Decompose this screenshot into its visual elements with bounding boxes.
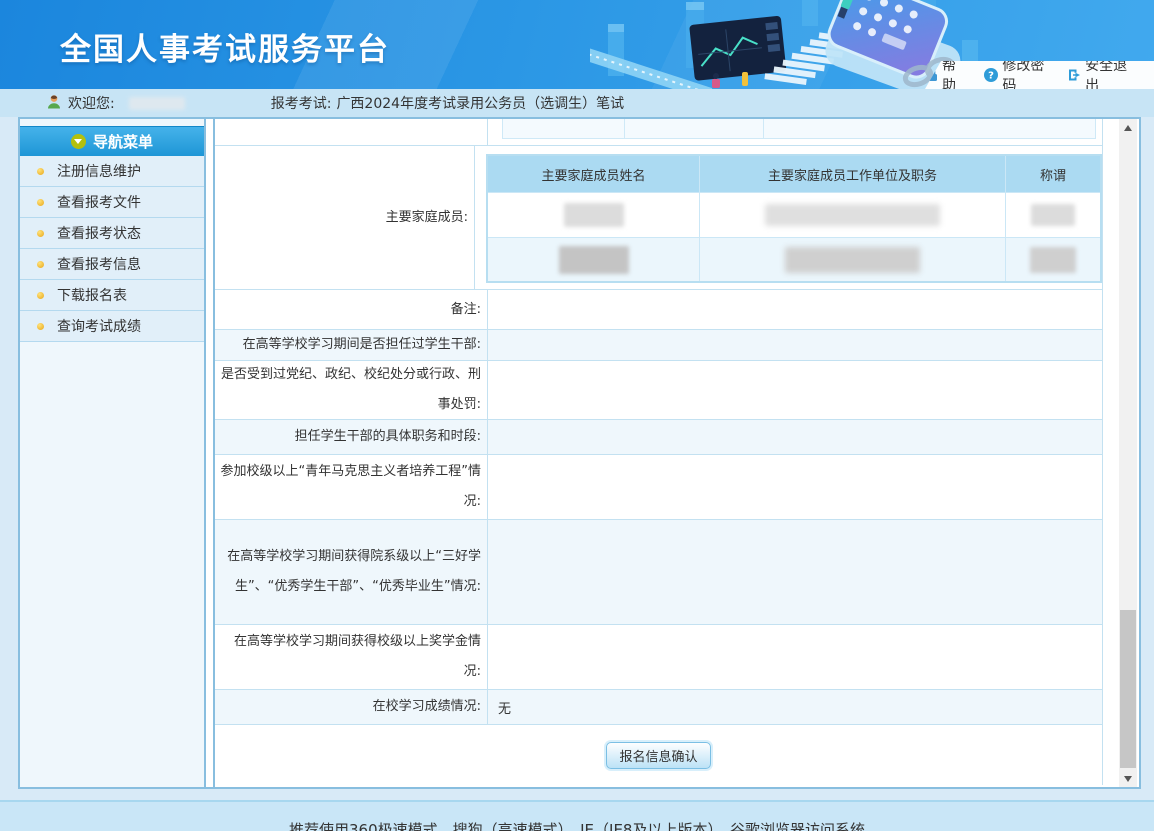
family-table-row <box>488 192 1100 237</box>
table-row-student-cadre: 在高等学校学习期间是否担任过学生干部: <box>215 330 1102 361</box>
app-footer: 推荐使用360极速模式、搜狗（高速模式）、IE（IE8及以上版本）、谷歌浏览器访… <box>0 800 1154 831</box>
redacted-text <box>1031 204 1075 226</box>
bullet-icon <box>37 230 44 237</box>
column-header-workunit: 主要家庭成员工作单位及职务 <box>699 156 1005 192</box>
row-value: 主要家庭成员姓名 主要家庭成员工作单位及职务 称谓 <box>475 146 1102 289</box>
topbar: 帮 助 ? 修改密码 安全退出 <box>925 61 1154 89</box>
sidebar-item-view-exam-files[interactable]: 查看报考文件 <box>20 187 204 218</box>
family-members-table: 主要家庭成员姓名 主要家庭成员工作单位及职务 称谓 <box>486 154 1102 283</box>
exam-label: 报考考试: <box>271 93 332 113</box>
arrow-up-icon <box>1124 125 1132 131</box>
row-label: 主要家庭成员: <box>215 146 475 289</box>
sidebar-item-label: 查看报考状态 <box>57 223 141 243</box>
table-row-marxist-program: 参加校级以上“青年马克思主义者培养工程”情况: <box>215 455 1102 520</box>
sidebar-item-download-form[interactable]: 下载报名表 <box>20 280 204 311</box>
sidebar-item-label: 查看报考文件 <box>57 192 141 212</box>
redacted-username <box>129 97 185 110</box>
sidebar-item-label: 注册信息维护 <box>57 161 141 181</box>
row-label: 在校学习成绩情况: <box>215 690 488 724</box>
welcome-greeting: 欢迎您: <box>68 93 115 113</box>
application-form-table: 主要家庭成员: 主要家庭成员姓名 主要家庭成员工作单位及职务 称谓 <box>215 119 1103 785</box>
row-label <box>215 119 488 145</box>
row-value <box>488 361 1102 419</box>
browser-recommendation-text: 推荐使用360极速模式、搜狗（高速模式）、IE（IE8及以上版本）、谷歌浏览器访… <box>289 819 865 831</box>
arrow-down-icon <box>1124 776 1132 782</box>
row-label: 在高等学校学习期间获得校级以上奖学金情况: <box>215 625 488 689</box>
row-value: 无 <box>488 690 1102 724</box>
svg-text:?: ? <box>988 71 994 82</box>
row-label: 担任学生干部的具体职务和时段: <box>215 420 488 454</box>
row-label: 备注: <box>215 290 488 329</box>
row-value <box>488 420 1102 454</box>
sidebar-item-label: 查看报考信息 <box>57 254 141 274</box>
row-label: 在高等学校学习期间获得院系级以上“三好学生”、“优秀学生干部”、“优秀毕业生”情… <box>215 520 488 624</box>
sidebar-item-view-exam-info[interactable]: 查看报考信息 <box>20 249 204 280</box>
main-container: 导航菜单 注册信息维护 查看报考文件 查看报考状态 查看报考信息 <box>18 117 1141 789</box>
column-header-relation: 称谓 <box>1005 156 1100 192</box>
button-zone: 报名信息确认 <box>215 725 1102 785</box>
confirm-registration-button[interactable]: 报名信息确认 <box>606 742 710 769</box>
bullet-icon <box>37 199 44 206</box>
redacted-text <box>559 246 629 274</box>
redacted-text <box>564 203 624 227</box>
row-label: 参加校级以上“青年马克思主义者培养工程”情况: <box>215 455 488 519</box>
bullet-icon <box>37 168 44 175</box>
row-value <box>488 330 1102 360</box>
content-scrollbar[interactable] <box>1119 119 1137 787</box>
exam-name: 广西2024年度考试录用公务员（选调生）笔试 <box>336 93 624 113</box>
table-row-academic-performance: 在校学习成绩情况: 无 <box>215 690 1102 725</box>
bullet-icon <box>37 292 44 299</box>
row-value <box>488 455 1102 519</box>
row-value <box>488 520 1102 624</box>
row-value <box>488 625 1102 689</box>
scrollbar-thumb[interactable] <box>1120 610 1136 768</box>
row-value <box>488 290 1102 329</box>
sidebar-item-registration-info[interactable]: 注册信息维护 <box>20 156 204 187</box>
chevron-down-icon <box>71 134 86 149</box>
bullet-icon <box>37 261 44 268</box>
redacted-text <box>765 204 940 226</box>
sidebar-nav-header[interactable]: 导航菜单 <box>20 126 204 156</box>
question-icon: ? <box>984 68 998 82</box>
table-row-family: 主要家庭成员: 主要家庭成员姓名 主要家庭成员工作单位及职务 称谓 <box>215 146 1102 290</box>
table-row-partial <box>215 119 1102 146</box>
scroll-up-button[interactable] <box>1119 119 1137 136</box>
sidebar-item-label: 下载报名表 <box>57 285 127 305</box>
scroll-down-button[interactable] <box>1119 770 1137 787</box>
app-header: 全国人事考试服务平台 帮 助 ? 修改密码 安全退出 <box>0 0 1154 89</box>
user-avatar-icon <box>46 94 62 113</box>
row-label: 在高等学校学习期间是否担任过学生干部: <box>215 330 488 360</box>
sidebar-nav-title: 导航菜单 <box>93 131 153 152</box>
content-panel: 主要家庭成员: 主要家庭成员姓名 主要家庭成员工作单位及职务 称谓 <box>213 119 1139 787</box>
table-row-scholarship: 在高等学校学习期间获得校级以上奖学金情况: <box>215 625 1102 690</box>
page-title: 全国人事考试服务平台 <box>60 24 390 69</box>
sidebar-item-query-scores[interactable]: 查询考试成绩 <box>20 311 204 342</box>
table-row-discipline: 是否受到过党纪、政纪、校纪处分或行政、刑事处罚: <box>215 361 1102 420</box>
redacted-text <box>785 247 920 273</box>
sidebar-item-label: 查询考试成绩 <box>57 316 141 336</box>
row-label: 是否受到过党纪、政纪、校纪处分或行政、刑事处罚: <box>215 361 488 419</box>
table-row-remarks: 备注: <box>215 290 1102 330</box>
exit-icon <box>1067 68 1081 82</box>
table-row-honors: 在高等学校学习期间获得院系级以上“三好学生”、“优秀学生干部”、“优秀毕业生”情… <box>215 520 1102 625</box>
family-table-row <box>488 237 1100 281</box>
table-row-cadre-position: 担任学生干部的具体职务和时段: <box>215 420 1102 455</box>
bullet-icon <box>37 323 44 330</box>
sidebar: 导航菜单 注册信息维护 查看报考文件 查看报考状态 查看报考信息 <box>20 119 206 787</box>
sidebar-item-view-exam-status[interactable]: 查看报考状态 <box>20 218 204 249</box>
welcome-bar: 欢迎您: 报考考试: 广西2024年度考试录用公务员（选调生）笔试 <box>0 89 1154 117</box>
family-table-header: 主要家庭成员姓名 主要家庭成员工作单位及职务 称谓 <box>488 156 1100 192</box>
column-header-name: 主要家庭成员姓名 <box>488 156 699 192</box>
page: 全国人事考试服务平台 帮 助 ? 修改密码 安全退出 <box>0 0 1154 831</box>
redacted-text <box>1030 247 1076 273</box>
inner-table-fragment <box>502 119 1096 139</box>
